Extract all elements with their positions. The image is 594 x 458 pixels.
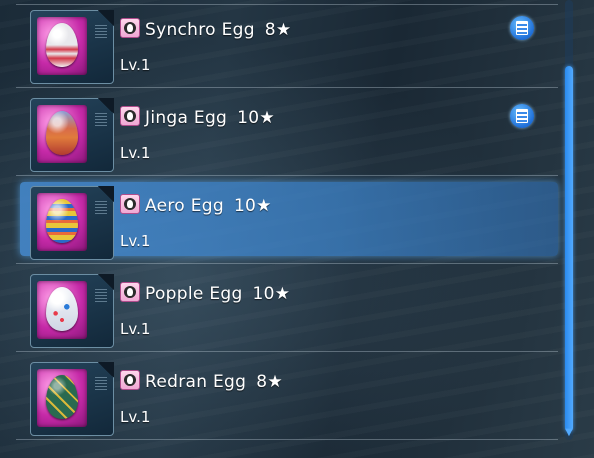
egg-list: Synchro Egg 8★ Lv.1 Jinga Egg 10★ Lv.1 A… [16,0,562,458]
list-item-synchro-egg[interactable]: Synchro Egg 8★ Lv.1 [16,0,558,88]
synchro-egg-icon [46,23,78,67]
item-name: Popple Egg [145,284,243,304]
item-name: Synchro Egg [145,20,255,40]
item-title: Synchro Egg 8★ [145,19,291,41]
item-level: Lv.1 [120,144,151,162]
item-thumbnail-frame [30,274,114,348]
item-thumbnail [37,281,87,339]
frame-decoration [95,377,107,391]
item-thumbnail-frame [30,98,114,172]
jinga-egg-icon [46,111,78,155]
item-thumbnail [37,193,87,251]
scrollbar-thumb[interactable] [565,66,573,432]
aero-egg-icon [46,199,78,243]
chevron-down-icon[interactable]: ▼ [563,428,575,438]
row-divider [16,439,558,440]
item-thumbnail [37,369,87,427]
egg-category-icon [120,194,140,214]
item-rarity: 10★ [252,284,291,304]
item-thumbnail-frame [30,186,114,260]
egg-category-icon [120,18,140,38]
item-title: Jinga Egg 10★ [145,107,275,129]
item-name: Redran Egg [145,372,247,392]
item-thumbnail [37,17,87,75]
redran-egg-icon [46,375,78,419]
list-item-redran-egg[interactable]: Redran Egg 8★ Lv.1 [16,352,558,440]
egg-category-icon [120,370,140,390]
frame-decoration [95,289,107,303]
item-level: Lv.1 [120,320,151,338]
item-level: Lv.1 [120,56,151,74]
item-thumbnail [37,105,87,163]
item-rarity: 8★ [264,20,292,40]
egg-category-icon [120,282,140,302]
item-title: Aero Egg 10★ [145,195,272,217]
item-rarity: 10★ [233,196,272,216]
frame-decoration [95,25,107,39]
frame-decoration [95,201,107,215]
item-name: Jinga Egg [145,108,228,128]
memo-icon[interactable] [510,104,534,128]
item-name: Aero Egg [145,196,224,216]
item-level: Lv.1 [120,408,151,426]
egg-category-icon [120,106,140,126]
item-thumbnail-frame [30,10,114,84]
frame-decoration [95,113,107,127]
item-rarity: 10★ [237,108,275,128]
list-item-popple-egg[interactable]: Popple Egg 10★ Lv.1 [16,264,558,352]
item-title: Redran Egg 8★ [145,371,283,393]
item-level: Lv.1 [120,232,151,250]
popple-egg-icon [46,287,78,331]
item-title: Popple Egg 10★ [145,283,290,305]
item-rarity: 8★ [256,372,283,392]
list-item-aero-egg[interactable]: Aero Egg 10★ Lv.1 [16,176,558,264]
memo-icon[interactable] [510,16,534,40]
list-item-jinga-egg[interactable]: Jinga Egg 10★ Lv.1 [16,88,558,176]
item-thumbnail-frame [30,362,114,436]
